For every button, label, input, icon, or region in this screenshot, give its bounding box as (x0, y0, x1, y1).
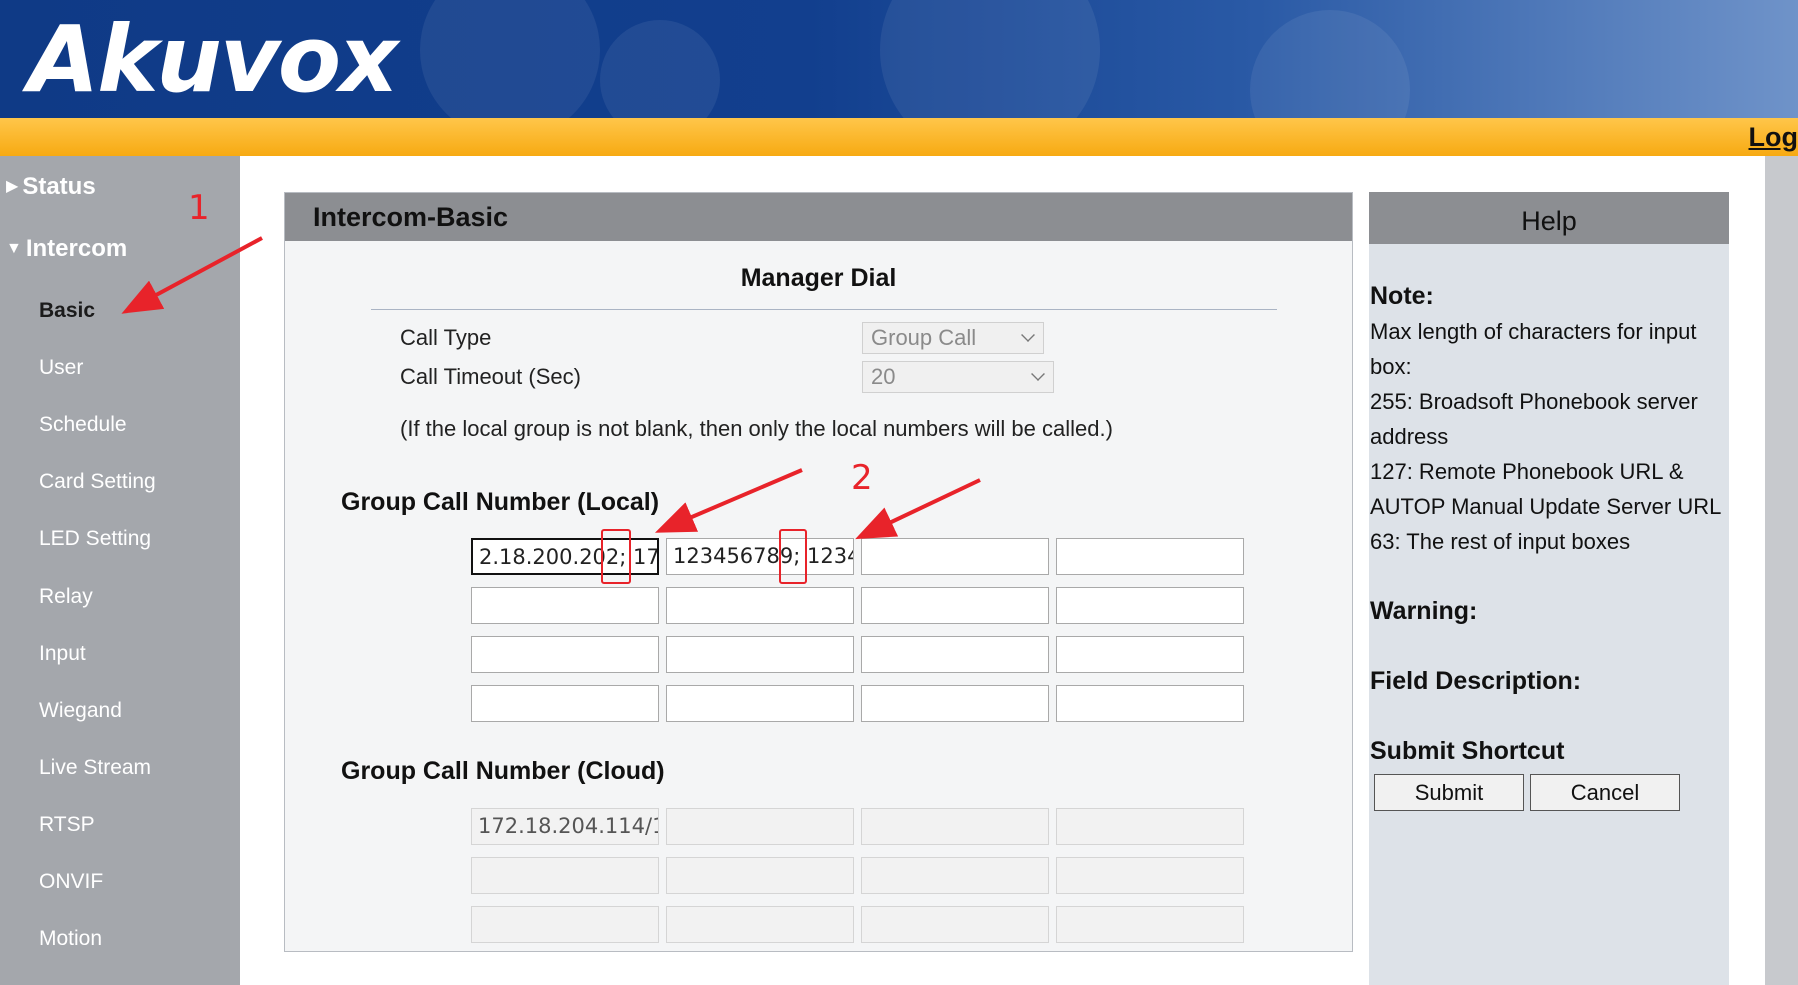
help-note-line-3: 255: Broadsoft Phonebook server (1370, 389, 1698, 414)
annotation-step-2: 2 (851, 458, 873, 498)
local-group-field-5[interactable] (471, 587, 659, 624)
chevron-down-icon (1021, 328, 1035, 342)
sidebar-item-live-stream[interactable]: Live Stream (39, 756, 151, 780)
cloud-group-field-2 (666, 808, 854, 845)
local-group-field-11[interactable] (861, 636, 1049, 673)
cloud-group-field-11 (861, 906, 1049, 943)
triangle-down-icon: ▼ (6, 240, 22, 257)
local-group-field-4[interactable] (1056, 538, 1244, 575)
help-note-line-6: AUTOP Manual Update Server URL (1370, 494, 1722, 519)
local-group-field-2[interactable]: 123456789; 1234 (666, 538, 854, 575)
call-type-label: Call Type (400, 325, 492, 350)
help-title: Help (1521, 206, 1577, 236)
annotation-step-1: 1 (188, 188, 210, 228)
local-group-field-10[interactable] (666, 636, 854, 673)
cloud-group-field-4 (1056, 808, 1244, 845)
sidebar-item-wiegand[interactable]: Wiegand (39, 699, 122, 723)
triangle-right-icon: ▶ (6, 178, 19, 195)
cloud-group-field-5 (471, 857, 659, 894)
help-note-line-1: Max length of characters for input (1370, 319, 1697, 344)
separator-callout-2 (779, 529, 807, 584)
panel-title-bar: Intercom-Basic (285, 193, 1352, 241)
logout-link[interactable]: Log (1749, 122, 1798, 153)
separator-callout-1 (601, 529, 631, 584)
sidebar-item-user[interactable]: User (39, 356, 83, 380)
sidebar-item-relay[interactable]: Relay (39, 585, 93, 609)
local-group-heading: Group Call Number (Local) (341, 488, 660, 516)
cloud-group-field-1: 172.18.204.114/1 (471, 808, 659, 845)
local-group-field-7[interactable] (861, 587, 1049, 624)
sidebar: ▶ Status ▼ Intercom Basic User Schedule Ca… (0, 156, 240, 985)
top-nav-bar: Log (0, 118, 1798, 156)
help-note-line-7: 63: The rest of input boxes (1370, 529, 1631, 554)
help-note-heading: Note: (1370, 282, 1434, 310)
cloud-group-field-9 (471, 906, 659, 943)
help-submit-shortcut-heading: Submit Shortcut (1370, 737, 1565, 765)
cloud-group-field-12 (1056, 906, 1244, 943)
sidebar-item-card-setting[interactable]: Card Setting (39, 470, 156, 494)
local-group-field-8[interactable] (1056, 587, 1244, 624)
local-group-field-9[interactable] (471, 636, 659, 673)
sidebar-item-input[interactable]: Input (39, 642, 86, 666)
section-title-manager-dial: Manager Dial (740, 264, 897, 292)
local-group-field-6[interactable] (666, 587, 854, 624)
help-panel: Help Note: Max length of characters for … (1369, 192, 1729, 985)
help-note-line-4: address (1370, 424, 1449, 449)
local-group-note: (If the local group is not blank, then o… (400, 416, 1113, 441)
help-field-description-heading: Field Description: (1370, 667, 1582, 695)
page-gutter (1765, 156, 1798, 985)
cancel-button[interactable]: Cancel (1530, 774, 1680, 811)
akuvox-logo: Akuvox (28, 6, 398, 113)
chevron-down-icon (1031, 367, 1045, 381)
local-group-field-13[interactable] (471, 685, 659, 722)
cloud-group-field-6 (666, 857, 854, 894)
sidebar-item-schedule[interactable]: Schedule (39, 413, 127, 437)
submit-button[interactable]: Submit (1374, 774, 1524, 811)
help-title-bar: Help (1369, 192, 1729, 244)
app-header: Akuvox (0, 0, 1798, 118)
cloud-group-field-3 (861, 808, 1049, 845)
sidebar-item-rtsp[interactable]: RTSP (39, 813, 95, 837)
cloud-group-field-7 (861, 857, 1049, 894)
sidebar-group-intercom[interactable]: ▼ Intercom (6, 235, 127, 263)
cloud-group-heading: Group Call Number (Cloud) (341, 757, 665, 785)
panel-title: Intercom-Basic (313, 202, 509, 232)
call-type-select[interactable]: Group Call (862, 322, 1044, 354)
intercom-basic-panel: Intercom-Basic Manager Dial Call Type Gr… (284, 192, 1353, 952)
section-divider (371, 309, 1277, 310)
cloud-group-field-8 (1056, 857, 1244, 894)
sidebar-item-basic[interactable]: Basic (39, 299, 95, 323)
sidebar-group-status[interactable]: ▶ Status (6, 173, 96, 201)
cloud-group-field-10 (666, 906, 854, 943)
call-timeout-label: Call Timeout (Sec) (400, 364, 581, 389)
help-note-line-2: box: (1370, 354, 1412, 379)
local-group-field-12[interactable] (1056, 636, 1244, 673)
help-warning-heading: Warning: (1370, 597, 1478, 625)
local-group-field-15[interactable] (861, 685, 1049, 722)
local-group-field-3[interactable] (861, 538, 1049, 575)
call-timeout-select[interactable]: 20 (862, 361, 1054, 393)
help-note-line-5: 127: Remote Phonebook URL & (1370, 459, 1684, 484)
sidebar-item-onvif[interactable]: ONVIF (39, 870, 103, 894)
local-group-field-14[interactable] (666, 685, 854, 722)
local-group-field-16[interactable] (1056, 685, 1244, 722)
sidebar-item-led-setting[interactable]: LED Setting (39, 527, 151, 551)
sidebar-item-motion[interactable]: Motion (39, 927, 102, 951)
